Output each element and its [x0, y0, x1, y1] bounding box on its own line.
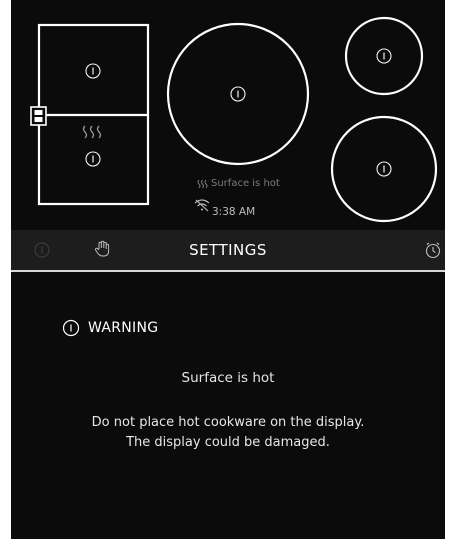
zone-info-icon[interactable]	[85, 151, 101, 167]
warning-message-line-2: The display could be damaged.	[126, 435, 330, 450]
hot-surface-icon	[197, 179, 208, 189]
zone-info-icon[interactable]	[85, 63, 101, 79]
warning-title: WARNING	[88, 320, 159, 336]
wifi-off-icon	[194, 199, 210, 212]
cooktop-zones-panel: Surface is hot 3:38 AM	[11, 0, 445, 230]
cooktop-screen: Surface is hot 3:38 AM SETTINGS WARNING …	[11, 0, 445, 539]
zone-info-icon[interactable]	[376, 48, 392, 64]
zone-info-icon[interactable]	[230, 86, 246, 102]
warning-heading: Surface is hot	[181, 370, 275, 386]
warning-message: Do not place hot cookware on the display…	[11, 413, 445, 453]
cooktop-zones-graphic	[30, 16, 438, 223]
surface-hot-status: Surface is hot	[211, 178, 280, 189]
warning-info-icon	[62, 319, 80, 337]
zone-info-icon[interactable]	[376, 161, 392, 177]
zone-front-left-bridge[interactable]	[37, 23, 150, 206]
bridge-link-icon[interactable]	[30, 106, 47, 126]
warning-panel	[11, 272, 445, 539]
clock-time: 3:38 AM	[212, 206, 256, 218]
heat-waves-icon	[82, 125, 102, 139]
warning-message-line-1: Do not place hot cookware on the display…	[91, 415, 365, 430]
settings-title[interactable]: SETTINGS	[11, 241, 445, 259]
